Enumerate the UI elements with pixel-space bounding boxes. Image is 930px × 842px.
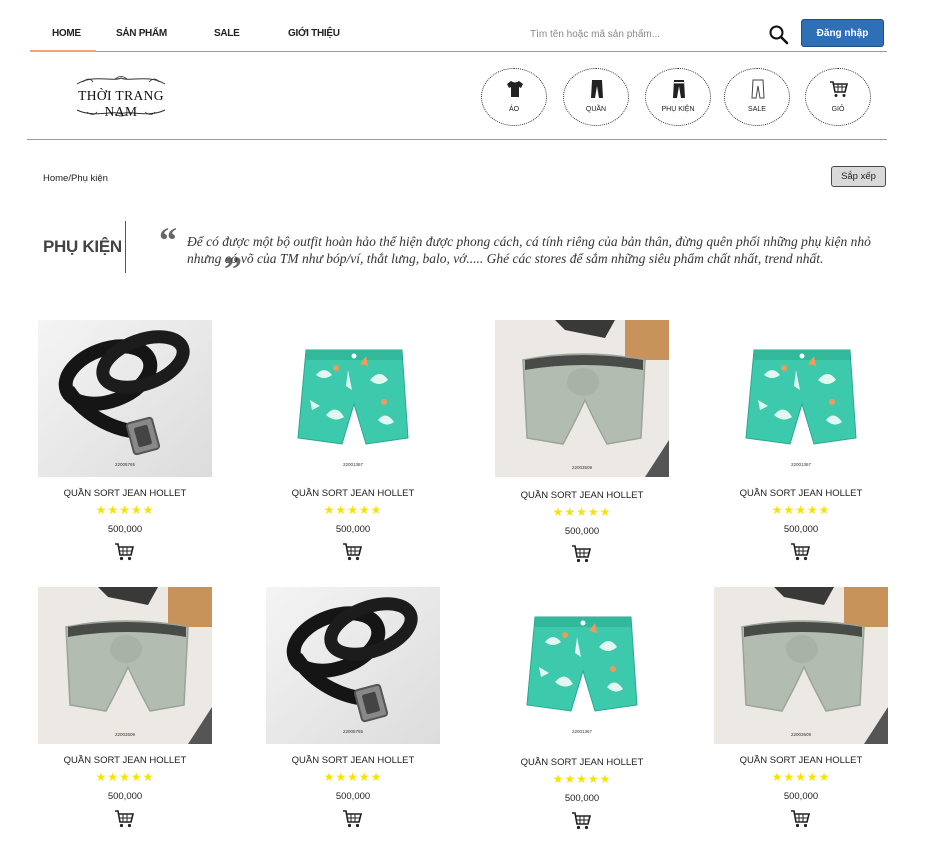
product-price: 500,000 (564, 793, 600, 804)
product-price: 500,000 (564, 526, 600, 537)
product-image[interactable]: 22001367 (495, 587, 669, 744)
product-name[interactable]: QUẦN SORT JEAN HOLLET (706, 755, 896, 766)
product-price: 500,000 (783, 524, 819, 535)
nav-home[interactable]: HOME (52, 28, 81, 39)
product-name[interactable]: QUẦN SORT JEAN HOLLET (30, 488, 220, 499)
product-image[interactable]: 22005765 (38, 320, 212, 477)
nav-sale[interactable]: SALE (214, 28, 240, 39)
product-code: 22001367 (571, 729, 593, 734)
product-card[interactable]: 22001367 QUẦN SORT JEAN HOLLET ★★★★★ 500,00… (706, 320, 896, 570)
add-to-cart-icon[interactable] (790, 542, 812, 562)
page-title: PHỤ KIỆN (43, 237, 122, 256)
product-name[interactable]: QUẦN SORT JEAN HOLLET (258, 488, 448, 499)
accessory-icon (673, 80, 685, 98)
brand-bar: THỜI TRANG NAM ÁO QUẦN PHỤ KIỆN SALE GIỎ (27, 60, 887, 140)
category-sale[interactable]: SALE (724, 68, 790, 126)
add-to-cart-icon[interactable] (342, 542, 364, 562)
add-to-cart-icon[interactable] (790, 809, 812, 829)
rating-stars: ★★★★★ (95, 770, 155, 784)
product-card[interactable]: 22005765 QUẦN SORT JEAN HOLLET ★★★★★ 500,00… (258, 587, 448, 837)
category-accessories[interactable]: PHỤ KIỆN (645, 68, 711, 126)
rating-stars: ★★★★★ (771, 770, 831, 784)
product-price: 500,000 (107, 524, 143, 535)
product-code: 22003509 (790, 732, 812, 737)
product-image[interactable]: 22003509 (495, 320, 669, 477)
product-price: 500,000 (335, 524, 371, 535)
product-image[interactable]: 22003509 (38, 587, 212, 744)
rating-stars: ★★★★★ (323, 503, 383, 517)
rating-stars: ★★★★★ (552, 505, 612, 519)
add-to-cart-icon[interactable] (114, 809, 136, 829)
product-code: 22005765 (114, 462, 136, 467)
product-image[interactable]: 22005765 (266, 587, 440, 744)
sale-pants-icon (751, 79, 765, 99)
product-name[interactable]: QUẦN SORT JEAN HOLLET (258, 755, 448, 766)
category-label: ÁO (508, 106, 520, 113)
sort-button[interactable]: Sắp xếp (831, 166, 886, 187)
product-name[interactable]: QUẦN SORT JEAN HOLLET (487, 490, 677, 501)
product-image[interactable]: 22001367 (714, 320, 888, 477)
cart-icon (830, 81, 849, 97)
nav-products[interactable]: SẢN PHẨM (116, 28, 167, 39)
open-quote-icon: “ (159, 220, 177, 260)
product-code: 22003509 (571, 465, 593, 470)
product-price: 500,000 (335, 791, 371, 802)
rating-stars: ★★★★★ (95, 503, 155, 517)
product-code: 22001367 (790, 462, 812, 467)
category-label: PHỤ KIỆN (661, 106, 695, 113)
breadcrumb[interactable]: Home/Phụ kiện (43, 173, 108, 184)
product-card[interactable]: 22003509 QUẦN SORT JEAN HOLLET ★★★★★ 500,00… (487, 320, 677, 570)
product-name[interactable]: QUẦN SORT JEAN HOLLET (487, 757, 677, 768)
category-label: QUẦN (585, 106, 607, 113)
rating-stars: ★★★★★ (771, 503, 831, 517)
category-label: GIỎ (831, 106, 845, 113)
product-price: 500,000 (783, 791, 819, 802)
add-to-cart-icon[interactable] (114, 542, 136, 562)
search-input[interactable] (530, 25, 760, 43)
rating-stars: ★★★★★ (552, 772, 612, 786)
category-intro: Để có được một bộ outfit hoàn hảo thể hi… (187, 234, 871, 266)
product-card[interactable]: 22005765 QUẦN SORT JEAN HOLLET ★★★★★ 500,00… (30, 320, 220, 570)
category-shirt[interactable]: ÁO (481, 68, 547, 126)
pants-icon (591, 80, 603, 98)
add-to-cart-icon[interactable] (571, 811, 593, 831)
category-cart[interactable]: GIỎ (805, 68, 871, 126)
product-code: 22001367 (342, 462, 364, 467)
nav-about[interactable]: GIỚI THIỆU (288, 28, 340, 39)
product-name[interactable]: QUẦN SORT JEAN HOLLET (30, 755, 220, 766)
title-divider (125, 221, 126, 273)
top-nav: HOME SẢN PHẨM SALE GIỚI THIỆU Đăng nhập (30, 18, 887, 52)
product-card[interactable]: 22001367 QUẦN SORT JEAN HOLLET ★★★★★ 500,00… (487, 587, 677, 837)
product-price: 500,000 (107, 791, 143, 802)
product-image[interactable]: 22003509 (714, 587, 888, 744)
brand-logo[interactable]: THỜI TRANG NAM (63, 70, 179, 120)
product-image[interactable]: 22001367 (266, 320, 440, 477)
add-to-cart-icon[interactable] (342, 809, 364, 829)
rating-stars: ★★★★★ (323, 770, 383, 784)
search-icon[interactable] (768, 24, 790, 46)
active-nav-indicator (30, 50, 96, 52)
product-card[interactable]: 22003509 QUẦN SORT JEAN HOLLET ★★★★★ 500,00… (706, 587, 896, 837)
add-to-cart-icon[interactable] (571, 544, 593, 564)
category-pants[interactable]: QUẦN (563, 68, 629, 126)
product-card[interactable]: 22001367 QUẦN SORT JEAN HOLLET ★★★★★ 500,00… (258, 320, 448, 570)
product-code: 22003509 (114, 732, 136, 737)
login-button[interactable]: Đăng nhập (801, 19, 884, 47)
category-label: SALE (748, 106, 766, 113)
shirt-icon (507, 81, 523, 97)
product-card[interactable]: 22003509 QUẦN SORT JEAN HOLLET ★★★★★ 500,00… (30, 587, 220, 837)
logo-text: THỜI TRANG NAM (78, 88, 164, 119)
product-name[interactable]: QUẦN SORT JEAN HOLLET (706, 488, 896, 499)
product-code: 22005765 (342, 729, 364, 734)
